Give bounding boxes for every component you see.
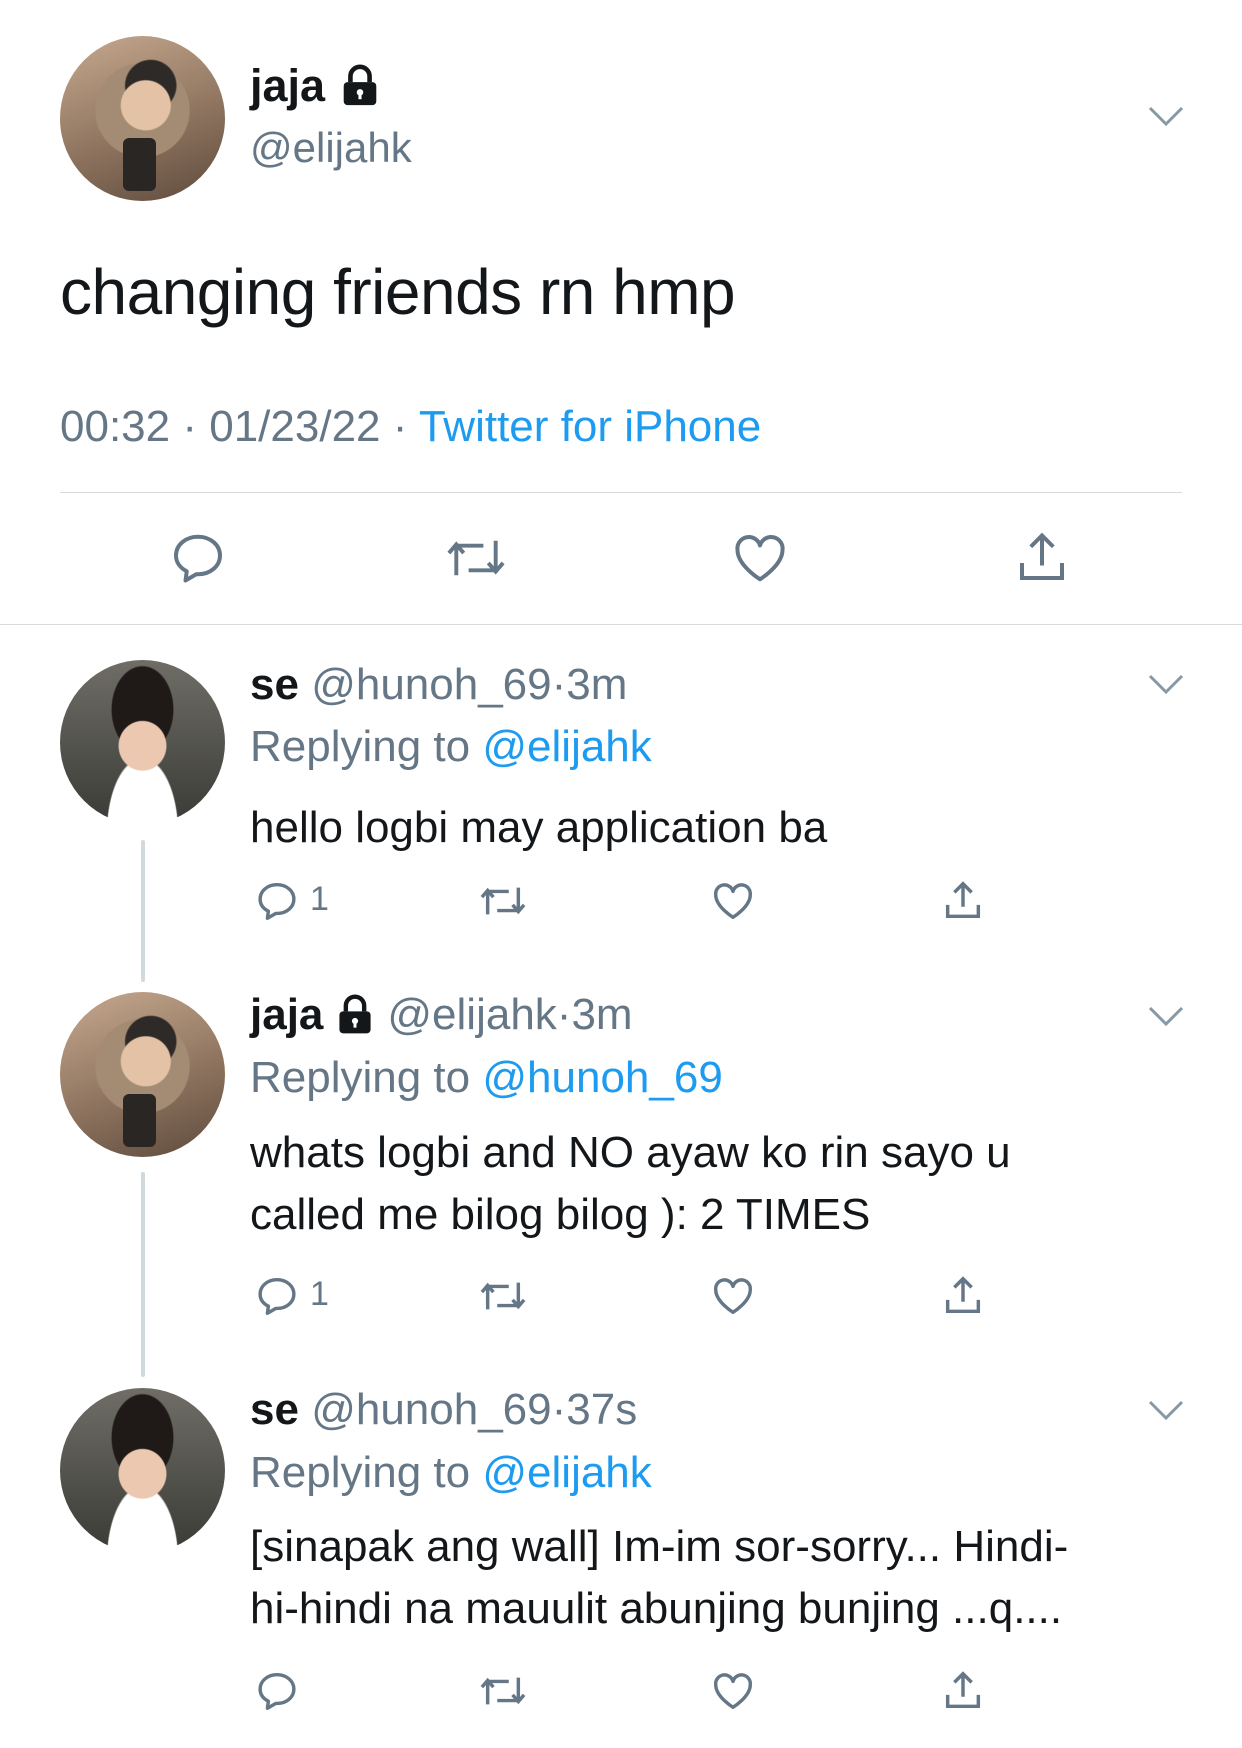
chevron-down-icon[interactable]	[1146, 102, 1186, 130]
tweet-text-line: hello logbi may application ba	[250, 803, 828, 852]
divider	[60, 492, 1182, 493]
dot-separator: ·	[556, 990, 572, 1039]
tweet-age: 37s	[566, 1385, 638, 1434]
thread-line	[141, 1172, 145, 1377]
dot-separator: ·	[551, 1385, 567, 1434]
share-icon[interactable]	[940, 1668, 986, 1714]
chevron-down-icon[interactable]	[1146, 670, 1186, 698]
meta-separator: ·	[182, 402, 197, 451]
retweet-icon[interactable]	[478, 1273, 528, 1319]
mention-link[interactable]: @hunoh_69	[482, 1053, 722, 1102]
tweet-meta: 00:32 · 01/23/22 · Twitter for iPhone	[60, 402, 761, 452]
chevron-down-icon[interactable]	[1146, 1396, 1186, 1424]
divider	[0, 624, 1242, 625]
tweet-date: 01/23/22	[209, 402, 381, 451]
tweet-text-line: whats logbi and NO ayaw ko rin sayo u	[250, 1128, 1011, 1177]
share-icon[interactable]	[1012, 528, 1072, 588]
replying-prefix: Replying to	[250, 1053, 471, 1102]
tweet-time: 00:32	[60, 402, 171, 451]
tweet-text: [sinapak ang wall] Im-im sor-sorry... Hi…	[250, 1516, 1068, 1640]
retweet-icon[interactable]	[478, 1668, 528, 1714]
replying-to: Replying to @elijahk	[250, 1448, 652, 1498]
avatar[interactable]	[60, 36, 225, 201]
user-handle[interactable]: @hunoh_69	[311, 660, 551, 709]
tweet-age: 3m	[571, 990, 633, 1039]
share-icon[interactable]	[940, 878, 986, 924]
like-icon[interactable]	[710, 878, 756, 924]
user-handle[interactable]: @elijahk	[250, 124, 412, 172]
display-name[interactable]: se	[250, 1385, 299, 1434]
like-icon[interactable]	[710, 1668, 756, 1714]
dot-separator: ·	[551, 660, 567, 709]
user-handle[interactable]: @hunoh_69	[311, 1385, 551, 1434]
replying-prefix: Replying to	[250, 722, 471, 771]
tweet-age: 3m	[566, 660, 628, 709]
tweet-text-line: [sinapak ang wall] Im-im sor-sorry... Hi…	[250, 1522, 1069, 1571]
like-icon[interactable]	[730, 528, 790, 588]
reply-icon[interactable]	[168, 528, 228, 588]
mention-link[interactable]: @elijahk	[482, 1448, 651, 1497]
tweet-text: changing friends rn hmp	[60, 256, 736, 328]
retweet-icon[interactable]	[478, 878, 528, 924]
meta-separator: ·	[392, 402, 408, 451]
tweet-text: hello logbi may application ba	[250, 797, 827, 859]
like-icon[interactable]	[710, 1273, 756, 1319]
reply-count: 1	[310, 880, 329, 918]
avatar[interactable]	[60, 992, 225, 1157]
display-name[interactable]: jaja	[250, 990, 323, 1040]
retweet-icon[interactable]	[444, 528, 508, 588]
replying-to: Replying to @elijahk	[250, 722, 652, 772]
share-icon[interactable]	[940, 1273, 986, 1319]
replying-to: Replying to @hunoh_69	[250, 1053, 723, 1103]
reply-icon[interactable]	[254, 878, 300, 924]
lock-icon	[333, 993, 377, 1037]
user-handle[interactable]: @elijahk	[387, 990, 556, 1039]
tweet-text: whats logbi and NO ayaw ko rin sayo u ca…	[250, 1122, 1011, 1246]
chevron-down-icon[interactable]	[1146, 1002, 1186, 1030]
tweet-text-line: hi-hindi na mauulit abunjing bunjing ...…	[250, 1584, 1063, 1633]
reply-icon[interactable]	[254, 1668, 300, 1714]
tweet-text-line: called me bilog bilog ): 2 TIMES	[250, 1190, 871, 1239]
replying-prefix: Replying to	[250, 1448, 471, 1497]
tweet-source-link[interactable]: Twitter for iPhone	[419, 402, 761, 451]
reply-count: 1	[310, 1275, 329, 1313]
thread-line	[141, 840, 145, 982]
reply-icon[interactable]	[254, 1273, 300, 1319]
display-name[interactable]: se	[250, 660, 299, 709]
lock-icon	[337, 63, 383, 109]
avatar[interactable]	[60, 1388, 225, 1553]
mention-link[interactable]: @elijahk	[482, 722, 651, 771]
avatar[interactable]	[60, 660, 225, 825]
display-name[interactable]: jaja	[250, 60, 325, 112]
